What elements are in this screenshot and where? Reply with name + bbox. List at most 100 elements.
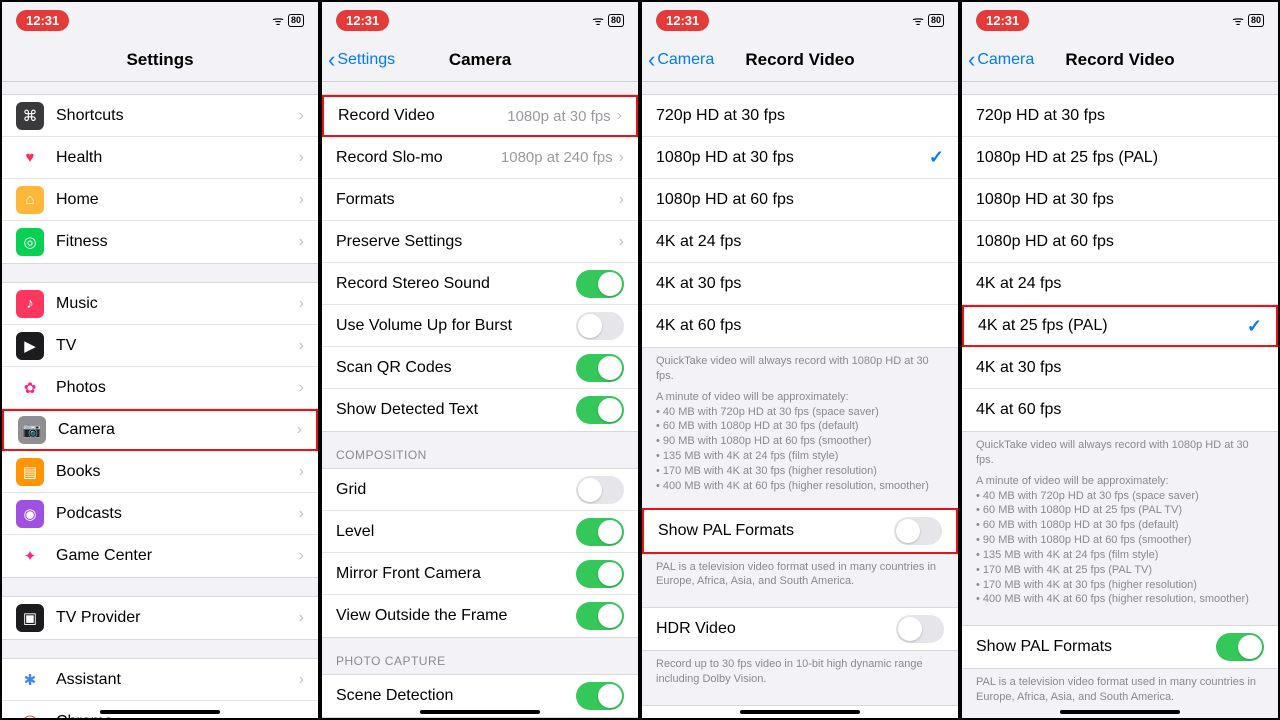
wifi-icon: ᯤ [1232,11,1244,29]
battery-icon: 80 [928,14,944,27]
camera-settings-screen: 12:31 ᯤ80 ‹Settings Camera Record Video1… [320,0,640,720]
video-option-row[interactable]: 720p HD at 30 fps [642,95,958,137]
chevron-left-icon: ‹ [968,47,975,73]
video-option-row[interactable]: 4K at 25 fps (PAL)✓ [962,305,1278,347]
settings-row[interactable]: ◎Fitness› [2,221,318,263]
video-option-row[interactable]: 1080p HD at 60 fps [962,221,1278,263]
toggle[interactable] [576,312,624,340]
show-pal-row[interactable]: Show PAL Formats [962,626,1278,668]
toggle[interactable] [576,354,624,382]
chevron-right-icon: › [297,421,302,439]
toggle[interactable] [576,560,624,588]
nav-row[interactable]: Preserve Settings› [322,221,638,263]
show-pal-row[interactable]: Show PAL Formats [644,510,956,552]
settings-row[interactable]: ▶TV› [2,325,318,367]
status-right: ᯤ80 [1232,11,1264,29]
chevron-right-icon: › [299,671,304,689]
home-indicator[interactable] [420,710,540,714]
option-label: 1080p HD at 25 fps (PAL) [976,149,1264,167]
video-option-row[interactable]: 4K at 30 fps [962,347,1278,389]
settings-row[interactable]: ▣ TV Provider› [2,597,318,639]
toggle-row[interactable]: Show Detected Text [322,389,638,431]
chevron-left-icon: ‹ [648,47,655,73]
video-option-row[interactable]: 1080p HD at 30 fps [962,179,1278,221]
settings-row[interactable]: ♥Health› [2,137,318,179]
option-label: 4K at 60 fps [656,317,944,335]
video-option-row[interactable]: 1080p HD at 30 fps✓ [642,137,958,179]
wifi-icon: ᯤ [592,11,604,29]
toggle-row[interactable]: Mirror Front Camera [322,553,638,595]
chevron-right-icon: › [299,191,304,209]
home-indicator[interactable] [740,710,860,714]
chevron-right-icon: › [619,233,624,251]
home-indicator[interactable] [1060,710,1180,714]
wifi-icon: ᯤ [912,11,924,29]
chevron-right-icon: › [299,463,304,481]
video-option-row[interactable]: 4K at 30 fps [642,263,958,305]
row-label: Shortcuts [56,107,299,125]
toggle[interactable] [576,396,624,424]
back-button[interactable]: ‹Camera [962,47,1034,73]
app-icon: ▶ [16,332,44,360]
video-option-row[interactable]: 4K at 24 fps [962,263,1278,305]
row-label: Photos [56,379,299,397]
settings-row[interactable]: ⌘Shortcuts› [2,95,318,137]
settings-row[interactable]: ♪Music› [2,283,318,325]
toggle-row[interactable]: View Outside the Frame [322,595,638,637]
toggle[interactable] [1216,633,1264,661]
settings-row[interactable]: ◉Podcasts› [2,493,318,535]
row-label: Game Center [56,547,299,565]
toggle-row[interactable]: Grid [322,469,638,511]
toggle[interactable] [576,270,624,298]
option-label: 4K at 24 fps [976,275,1264,293]
video-option-row[interactable]: 720p HD at 30 fps [962,95,1278,137]
toggle[interactable] [576,602,624,630]
toggle-row[interactable]: Use Volume Up for Burst [322,305,638,347]
toggle-row[interactable]: Scan QR Codes [322,347,638,389]
status-right: ᯤ80 [592,11,624,29]
chevron-right-icon: › [299,107,304,125]
quicktake-note: QuickTake video will always record with … [962,432,1278,468]
toggle-row[interactable]: Record Stereo Sound [322,263,638,305]
settings-row[interactable]: 📷Camera› [2,409,318,451]
settings-row[interactable]: ✿Photos› [2,367,318,409]
option-label: 4K at 30 fps [656,275,944,293]
pal-note: PAL is a television video format used in… [642,554,958,590]
video-option-row[interactable]: 1080p HD at 25 fps (PAL) [962,137,1278,179]
nav-row[interactable]: Formats› [322,179,638,221]
toggle[interactable] [576,476,624,504]
video-option-row[interactable]: 4K at 60 fps [642,305,958,347]
video-option-row[interactable]: 1080p HD at 60 fps [642,179,958,221]
row-label: Show Detected Text [336,401,576,419]
settings-row[interactable]: ▤Books› [2,451,318,493]
record-video-screen: 12:31 ᯤ80 ‹Camera Record Video 720p HD a… [640,0,960,720]
toggle[interactable] [576,682,624,710]
toggle[interactable] [894,517,942,545]
nav-row[interactable]: Record Slo-mo1080p at 240 fps› [322,137,638,179]
row-label: TV Provider [56,609,299,627]
record-video-pal-screen: 12:31 ᯤ80 ‹Camera Record Video 720p HD a… [960,0,1280,720]
hdr-video-row[interactable]: HDR Video [642,608,958,650]
chevron-right-icon: › [299,609,304,627]
home-indicator[interactable] [100,710,220,714]
status-bar: 12:31 ᯤ80 [2,2,318,38]
back-button[interactable]: ‹Settings [322,47,395,73]
toggle[interactable] [896,615,944,643]
option-label: 4K at 24 fps [656,233,944,251]
back-button[interactable]: ‹Camera [642,47,714,73]
settings-row[interactable]: ⌂Home› [2,179,318,221]
video-option-row[interactable]: 4K at 24 fps [642,221,958,263]
video-option-row[interactable]: 4K at 60 fps [962,389,1278,431]
settings-row[interactable]: ✱Assistant› [2,659,318,701]
toggle-row[interactable]: Level [322,511,638,553]
option-label: 1080p HD at 60 fps [976,233,1264,251]
app-icon: ▣ [16,604,44,632]
chevron-right-icon: › [299,505,304,523]
option-label: 4K at 60 fps [976,401,1264,419]
toggle[interactable] [576,518,624,546]
hdr-note: Record up to 30 fps video in 10-bit high… [642,651,958,687]
settings-row[interactable]: ✦Game Center› [2,535,318,577]
nav-row[interactable]: Record Video1080p at 30 fps› [322,95,638,137]
app-icon: ⌂ [16,186,44,214]
option-label: 1080p HD at 30 fps [976,191,1264,209]
